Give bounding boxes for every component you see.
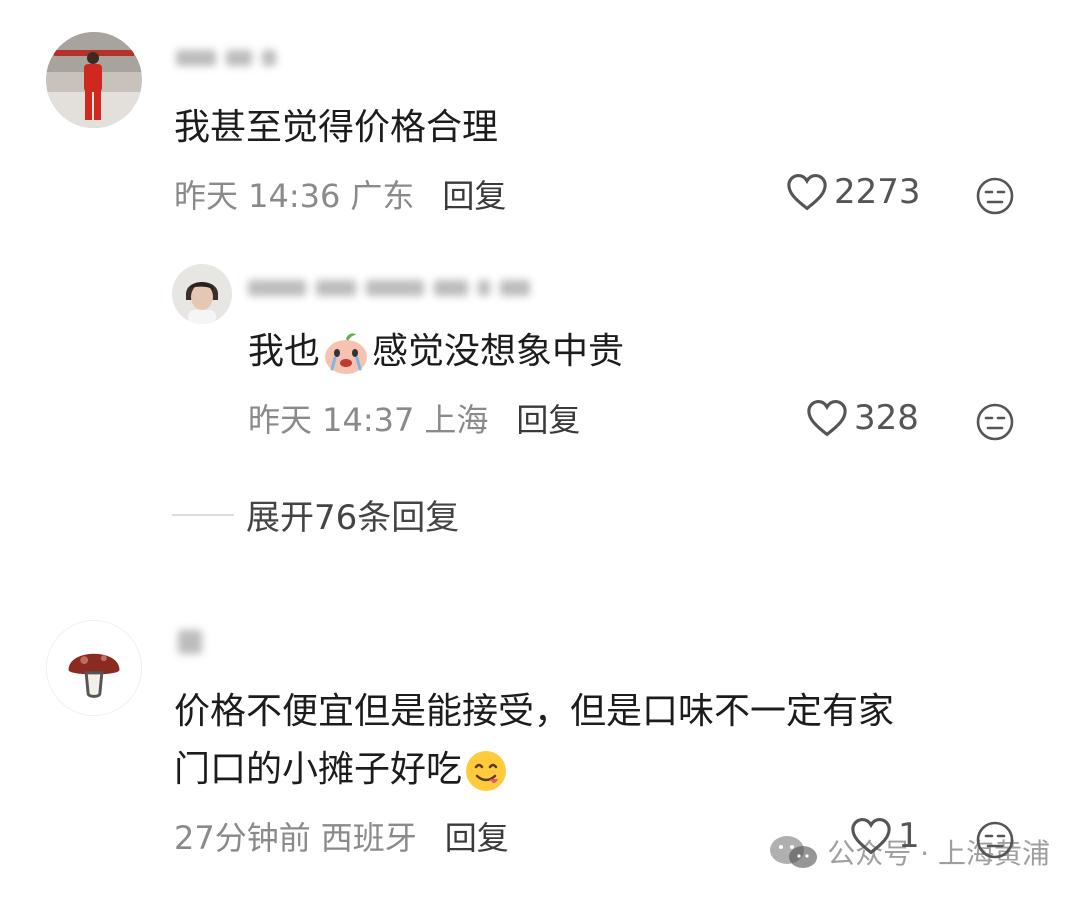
heart-icon xyxy=(807,400,847,437)
reply-time: 昨天 14:37 xyxy=(248,401,415,439)
reply-text: 我也 感觉没想象中贵 xyxy=(248,328,624,377)
comment-time: 27分钟前 xyxy=(174,819,311,857)
like-count: 2273 xyxy=(834,172,921,212)
yummy-face-emoji-icon xyxy=(466,751,507,791)
comment-meta: 昨天 14:36 广东 回复 xyxy=(174,176,506,216)
reply-button[interactable]: 回复 xyxy=(442,176,506,216)
like-button[interactable]: 328 xyxy=(806,398,919,438)
reply-meta: 昨天 14:37 上海 回复 xyxy=(248,400,580,440)
reply-avatar[interactable] xyxy=(172,264,232,324)
comment-location: 西班牙 xyxy=(320,819,417,857)
comment-text-part: 门口的小摊子好吃 xyxy=(174,749,463,790)
comment-text-line: 价格不便宜但是能接受，但是口味不一定有家 xyxy=(174,691,895,732)
reply-text-part: 我也 xyxy=(248,331,321,372)
dislike-face-icon[interactable] xyxy=(975,176,1015,216)
expand-replies-label: 展开76条回复 xyxy=(246,498,460,538)
dislike-face-icon[interactable] xyxy=(975,402,1015,442)
comment-meta: 27分钟前 西班牙 回复 xyxy=(174,818,509,858)
avatar-image xyxy=(172,264,232,324)
reply-location: 上海 xyxy=(424,401,489,439)
watermark-text: 公众号 · 上海黄浦 xyxy=(827,837,1050,870)
watermark: 公众号 · 上海黄浦 xyxy=(767,832,1050,872)
divider-line xyxy=(172,513,234,516)
reply-username-blurred[interactable] xyxy=(248,274,530,302)
avatar-image xyxy=(46,32,142,128)
avatar[interactable] xyxy=(46,32,142,128)
reply-button[interactable]: 回复 xyxy=(445,818,509,858)
comment-text-line: 门口的小摊子好吃 xyxy=(174,746,510,795)
mushroom-avatar-icon xyxy=(47,621,141,715)
reply-button[interactable]: 回复 xyxy=(516,400,580,440)
comment-text: 我甚至觉得价格合理 xyxy=(174,107,499,148)
heart-icon xyxy=(787,174,827,211)
comment-time: 昨天 14:36 xyxy=(174,177,341,215)
username-blurred[interactable] xyxy=(178,628,202,656)
expand-replies-button[interactable]: 展开76条回复 xyxy=(172,490,459,539)
comment-location: 广东 xyxy=(350,177,415,215)
wechat-logo-icon xyxy=(770,836,818,868)
username-blurred[interactable] xyxy=(176,44,276,72)
crying-peach-emoji-icon xyxy=(325,333,368,374)
like-button[interactable]: 2273 xyxy=(786,172,921,212)
avatar[interactable] xyxy=(46,620,142,716)
like-count: 328 xyxy=(854,398,919,438)
reply-text-part: 感觉没想象中贵 xyxy=(372,331,625,372)
